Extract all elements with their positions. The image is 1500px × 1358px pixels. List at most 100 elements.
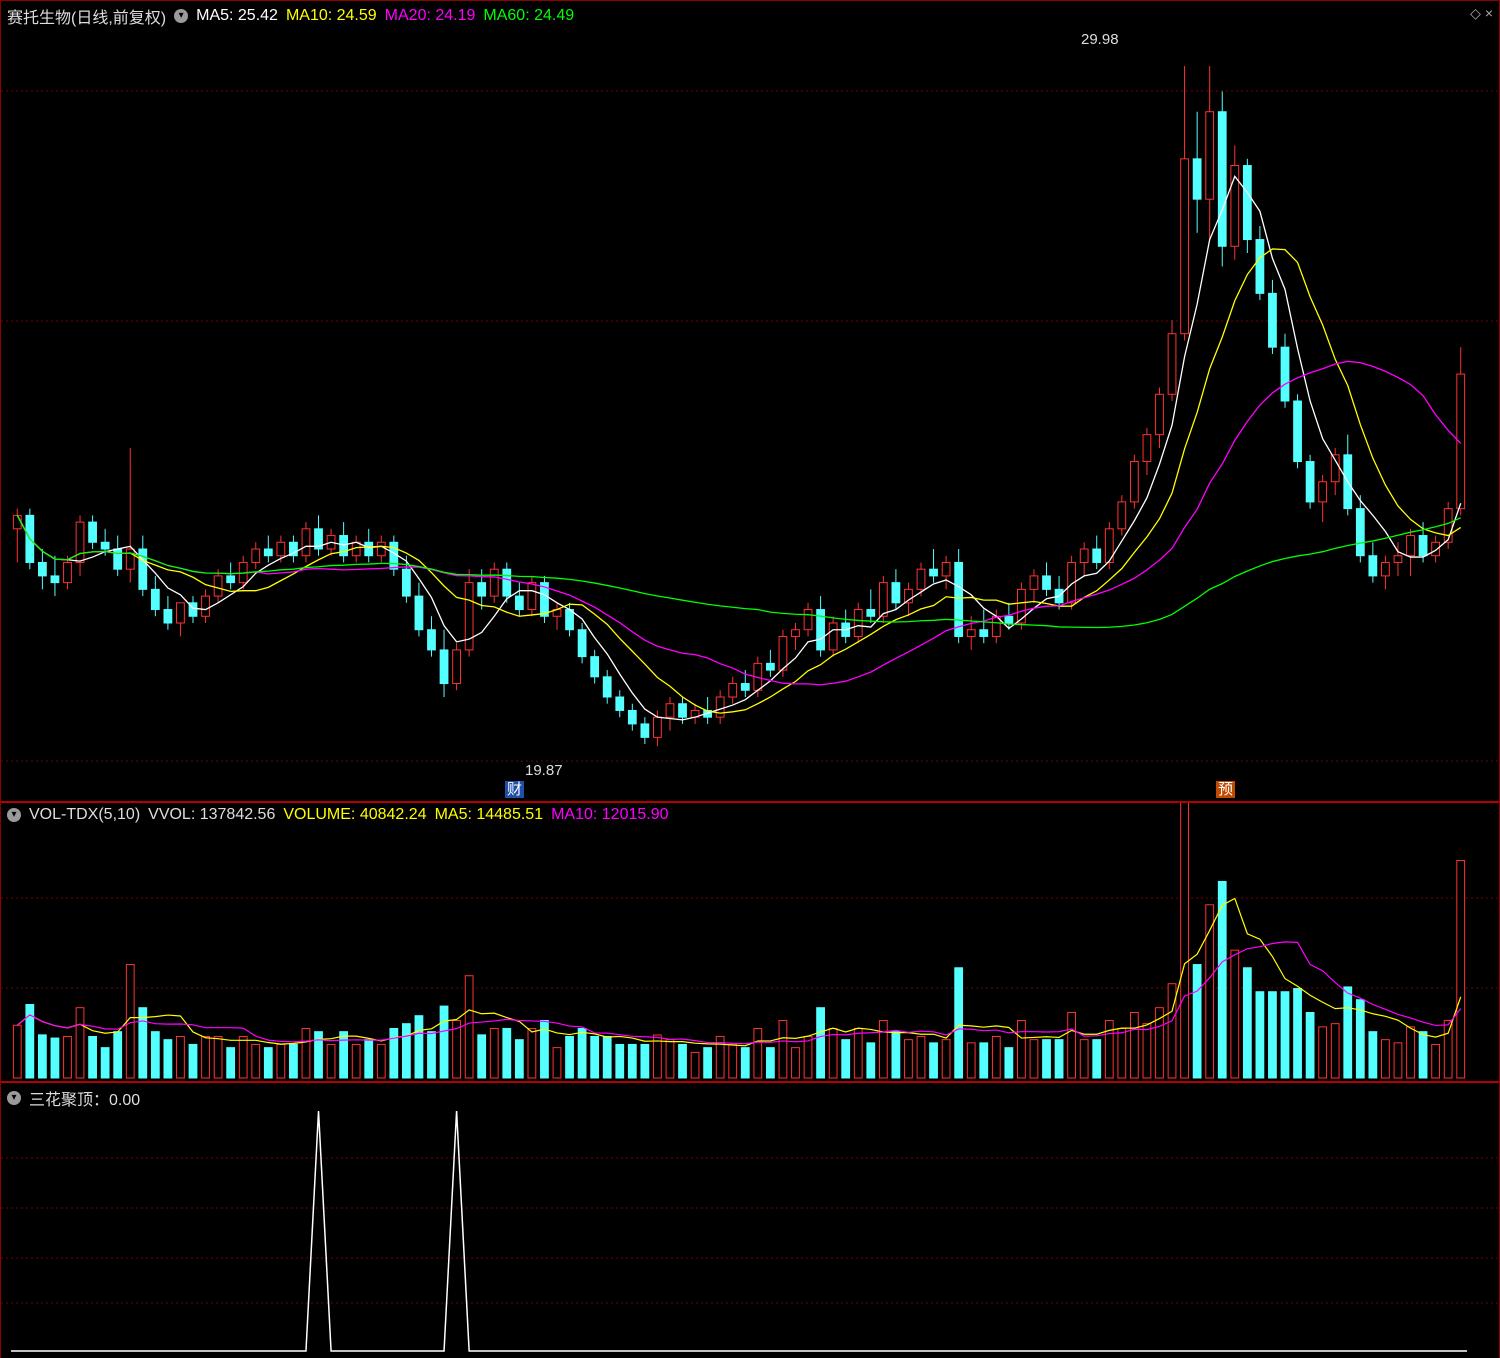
candle-body <box>527 582 537 611</box>
settings-circle-icon[interactable]: ▾ <box>174 9 189 23</box>
volume-bar <box>351 1043 361 1079</box>
candle-body <box>1117 501 1127 530</box>
volume-bar <box>590 1035 600 1079</box>
volume-bar <box>1104 1019 1114 1079</box>
volume-bar <box>1368 1031 1378 1079</box>
volume-chart[interactable] <box>1 803 1500 1081</box>
volume-bar <box>1230 949 1240 1079</box>
volume-ma5-label: MA5: 14485.51 <box>434 806 544 823</box>
candle-body <box>740 683 750 691</box>
candle-body <box>100 541 110 550</box>
candle-body <box>1305 461 1315 503</box>
indicator-panel[interactable]: ▾ 三花聚顶：0.00 <box>0 1081 1500 1358</box>
volume-bar <box>1142 1023 1152 1079</box>
volume-bar <box>577 1027 587 1079</box>
volume-bar <box>1029 1039 1039 1079</box>
volume-bar <box>1117 1027 1127 1079</box>
ma5-label: MA5: 25.42 <box>196 7 278 24</box>
candle-body <box>376 541 386 557</box>
candle-body <box>715 696 725 718</box>
volume-bar <box>163 1039 173 1079</box>
candle-body <box>63 561 72 584</box>
financial-report-badge[interactable]: 财 <box>505 781 525 798</box>
candle-body <box>728 683 738 698</box>
volume-bar <box>703 1047 713 1079</box>
candle-body <box>489 568 499 597</box>
candle-body <box>88 521 97 543</box>
candle-body <box>1192 158 1202 200</box>
candle-body <box>1418 535 1428 557</box>
candle-body <box>916 568 926 590</box>
candlestick-chart[interactable] <box>1 1 1500 802</box>
candle-body <box>1368 555 1378 577</box>
candle-body <box>176 602 185 624</box>
candle-body <box>590 656 600 678</box>
candle-body <box>577 629 587 658</box>
candle-body <box>941 561 951 577</box>
volume-bar <box>1393 1042 1403 1079</box>
volume-bar <box>941 1039 951 1079</box>
candle-body <box>1079 548 1089 563</box>
volume-bar <box>765 1047 775 1079</box>
candle-body <box>150 588 160 611</box>
volume-bar <box>1318 1026 1328 1079</box>
candle-body <box>1092 548 1102 563</box>
ma60-label: MA60: 24.49 <box>483 7 575 24</box>
candle-body <box>201 595 210 617</box>
volume-bar <box>1192 964 1202 1079</box>
candle-body <box>1167 333 1177 395</box>
candle-body <box>765 662 775 671</box>
candle-body <box>1393 555 1403 563</box>
volume-panel[interactable]: ▾ VOL-TDX(5,10) VVOL: 137842.56 VOLUME: … <box>0 801 1500 1081</box>
volume-bar <box>904 1039 913 1079</box>
candle-body <box>1142 434 1152 463</box>
volume-bar <box>1456 859 1466 1079</box>
volume-bar <box>778 1019 788 1079</box>
volume-bar <box>238 1035 248 1079</box>
volume-bar <box>477 1034 487 1079</box>
candle-body <box>1406 535 1415 557</box>
candle-body <box>853 609 863 637</box>
stock-title: 赛托生物(日线,前复权) <box>7 10 167 27</box>
price-panel[interactable]: 赛托生物(日线,前复权) ▾ MA5: 25.42 MA10: 24.59 MA… <box>0 0 1500 801</box>
volume-bar <box>1067 1011 1077 1079</box>
window-icons[interactable]: ◇ × <box>1470 5 1493 22</box>
volume-bar <box>1054 1039 1064 1079</box>
forecast-badge[interactable]: 预 <box>1216 781 1236 798</box>
volume-bar <box>364 1039 374 1079</box>
volume-bar <box>929 1042 938 1079</box>
candle-body <box>401 568 411 597</box>
candle-body <box>1042 575 1051 590</box>
volume-bar <box>75 1007 85 1079</box>
candle-body <box>803 609 813 631</box>
indicator-chart[interactable] <box>1 1083 1500 1358</box>
candle-body <box>213 575 223 597</box>
volume-bar <box>1343 986 1353 1079</box>
volume-bar <box>615 1043 625 1079</box>
volume-bar <box>276 1043 286 1079</box>
volume-bar <box>1242 967 1252 1079</box>
volume-bar <box>1330 1023 1340 1079</box>
candle-body <box>866 609 876 617</box>
indicator-line <box>11 1110 1467 1352</box>
indicator-settings-icon[interactable]: ▾ <box>7 1091 21 1105</box>
candle-body <box>263 548 273 557</box>
candle-body <box>502 568 512 597</box>
candle-body <box>125 548 135 570</box>
vvol-label: VVOL: 137842.56 <box>148 806 276 823</box>
candle-body <box>602 676 612 698</box>
indicator-label: 三花聚顶：0.00 <box>29 1092 141 1109</box>
candle-body <box>1205 111 1215 200</box>
ma10-label: MA10: 24.59 <box>285 7 377 24</box>
candle-body <box>439 649 449 685</box>
volume-bar <box>188 1043 198 1079</box>
volume-bar <box>37 1034 47 1079</box>
candle-body <box>37 561 47 577</box>
candle-body <box>828 622 838 651</box>
volume-settings-icon[interactable]: ▾ <box>7 808 21 822</box>
candle-body <box>113 548 123 570</box>
candle-body <box>276 541 286 557</box>
volume-bar <box>1017 1019 1026 1079</box>
candle-body <box>427 629 436 651</box>
candle-body <box>1431 541 1441 557</box>
